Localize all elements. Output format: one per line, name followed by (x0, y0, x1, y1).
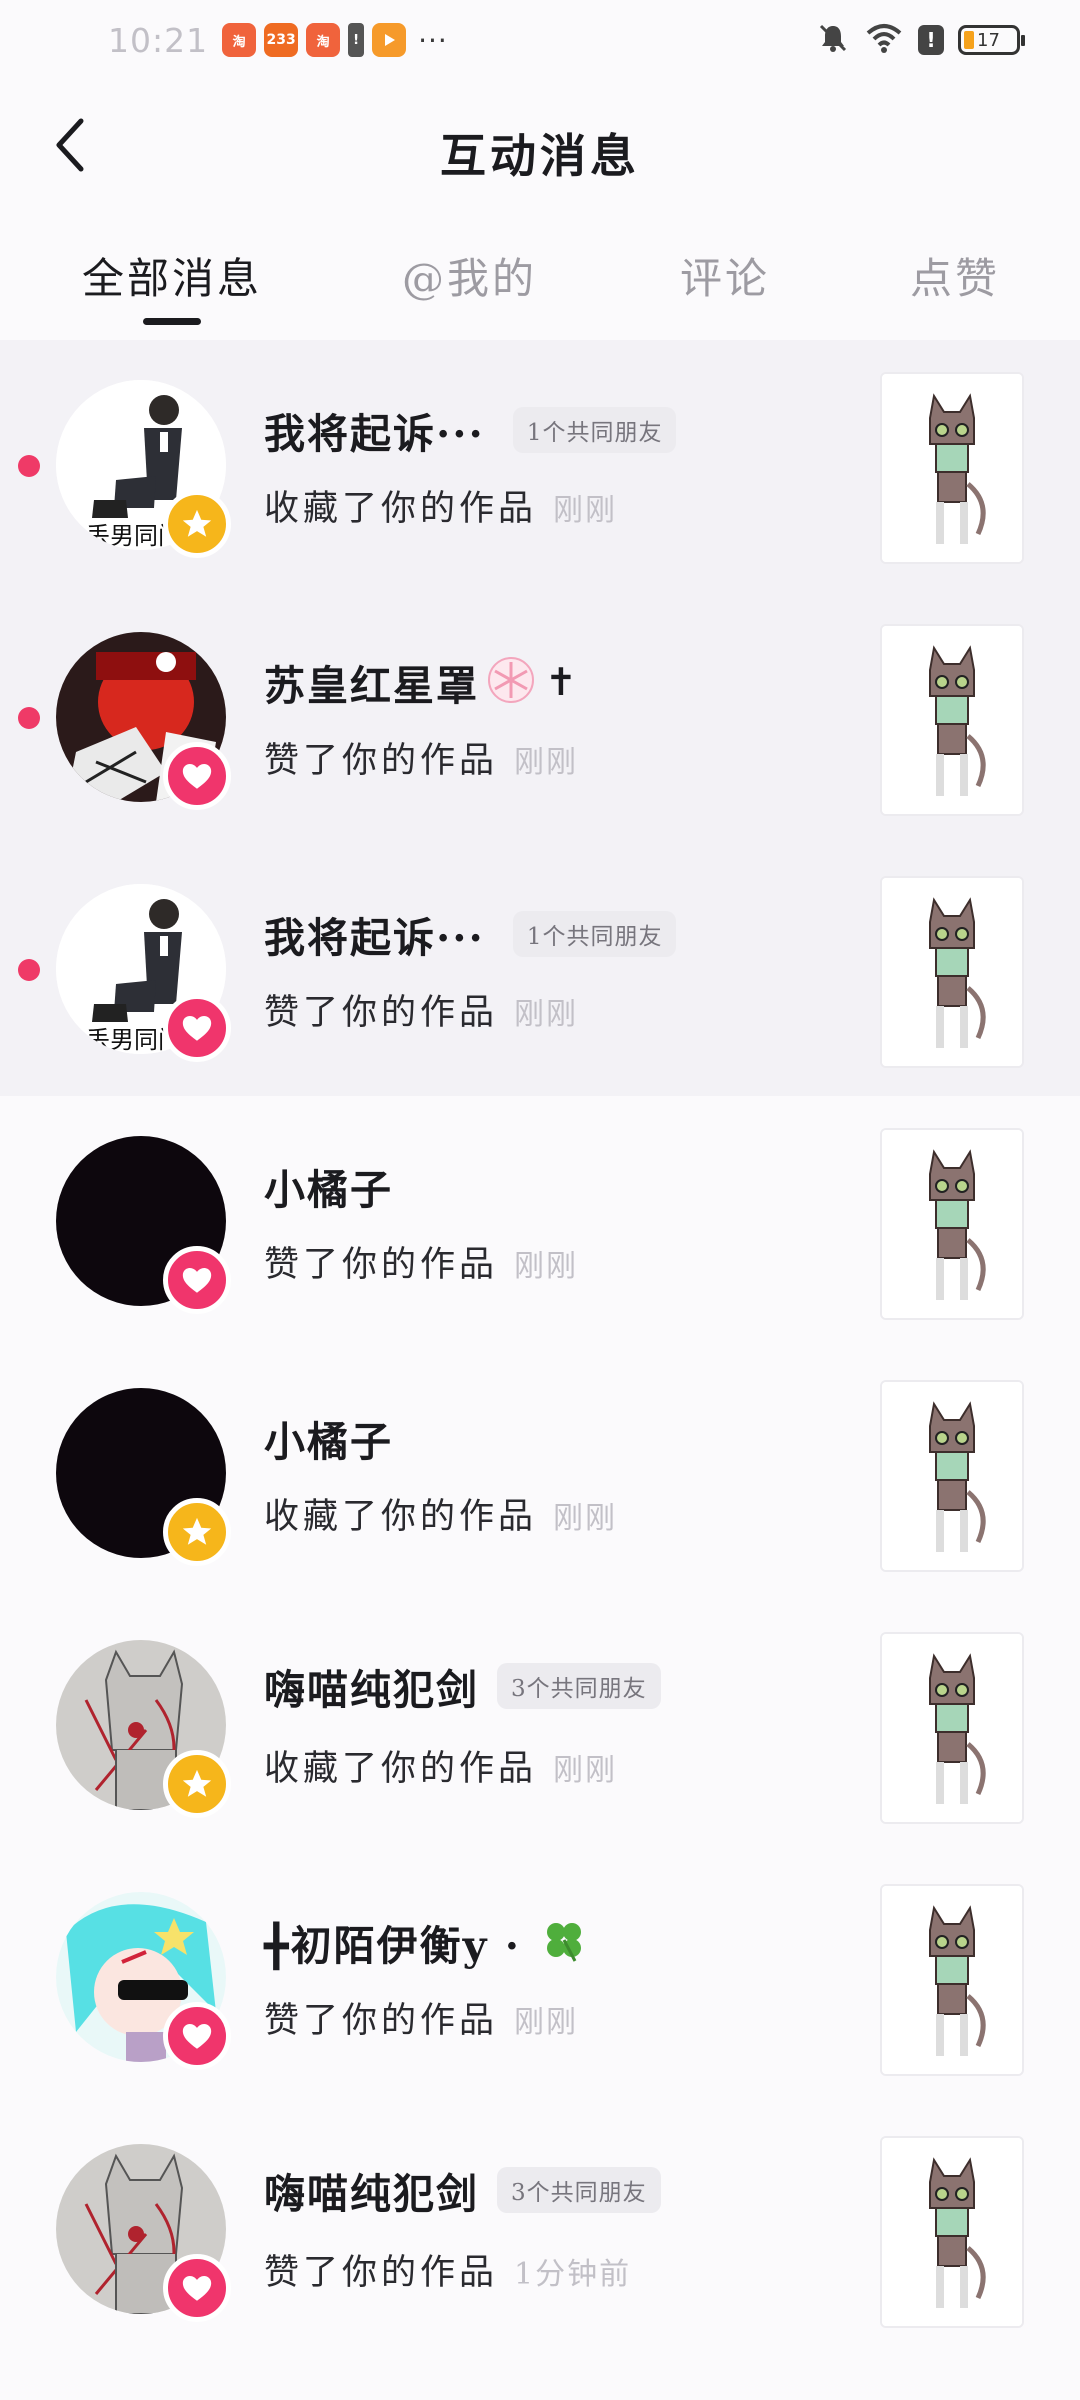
warning-icon: ! (918, 25, 944, 55)
list-item[interactable]: 小橘子 收藏了你的作品 刚刚 (0, 1348, 1080, 1600)
action-text: 收藏了你的作品 (264, 489, 538, 529)
heart-icon (163, 2002, 231, 2070)
tab-comments[interactable]: 评论 (680, 225, 770, 325)
tab-mentions[interactable]: @我的 (402, 225, 537, 325)
artwork-thumbnail[interactable] (880, 876, 1024, 1068)
timestamp: 刚刚 (514, 1249, 579, 1284)
tab-label: 全部消息 (82, 253, 263, 303)
user-name[interactable]: ╋初陌伊衡y · (264, 1912, 521, 1972)
user-name[interactable]: 我将起诉··· (264, 904, 485, 964)
timestamp: 1分钟前 (514, 2257, 632, 2292)
star-icon (163, 1750, 231, 1818)
clover-icon (539, 1915, 589, 1969)
mutual-friends-badge: 1个共同朋友 (512, 911, 677, 957)
user-name[interactable]: 小橘子 (264, 1408, 393, 1468)
heart-icon (163, 2254, 231, 2322)
unread-dot (18, 707, 40, 729)
header: 互动消息 (0, 80, 1080, 210)
timestamp: 刚刚 (553, 1501, 618, 1536)
user-name[interactable]: 苏皇红星罩 (264, 652, 479, 712)
mutual-friends-badge: 1个共同朋友 (512, 407, 677, 453)
list-item[interactable]: ╋初陌伊衡y · 赞了你的作品 刚刚 (0, 1852, 1080, 2104)
action-text: 赞了你的作品 (264, 1245, 499, 1285)
heart-icon (163, 1246, 231, 1314)
tab-bar: 全部消息 @我的 评论 点赞 (0, 225, 1080, 340)
tab-label: 点赞 (910, 253, 1001, 303)
heart-icon (163, 994, 231, 1062)
page-title: 互动消息 (440, 129, 640, 183)
artwork-thumbnail[interactable] (880, 624, 1024, 816)
artwork-thumbnail[interactable] (880, 1380, 1024, 1572)
wifi-icon (864, 21, 904, 59)
timestamp: 刚刚 (514, 745, 579, 780)
artwork-thumbnail[interactable] (880, 1884, 1024, 2076)
unread-dot (18, 959, 40, 981)
mutual-friends-badge: 3个共同朋友 (497, 2167, 661, 2213)
taobao-icon: 淘 (222, 23, 257, 57)
timestamp: 刚刚 (514, 997, 579, 1032)
mute-icon (816, 21, 850, 59)
active-tab-indicator (143, 318, 201, 325)
alert-icon: ! (348, 23, 365, 57)
cross-icon: ✝ (545, 660, 577, 704)
action-text: 收藏了你的作品 (264, 1749, 538, 1789)
snowflake-icon (485, 654, 537, 710)
action-text: 赞了你的作品 (264, 2253, 499, 2293)
action-text: 收藏了你的作品 (264, 1497, 538, 1537)
tab-all-messages[interactable]: 全部消息 (82, 225, 262, 325)
unread-dot (18, 455, 40, 477)
artwork-thumbnail[interactable] (880, 2136, 1024, 2328)
heart-icon (163, 742, 231, 810)
list-item[interactable]: 丢男同门 我将起诉··· 1个共同朋友 赞了你的作品 刚刚 (0, 844, 1080, 1096)
star-icon (163, 490, 231, 558)
list-item[interactable]: 嗨喵纯犯剑 3个共同朋友 收藏了你的作品 刚刚 (0, 1600, 1080, 1852)
action-text: 赞了你的作品 (264, 2001, 499, 2041)
user-name[interactable]: 嗨喵纯犯剑 (264, 2160, 479, 2220)
artwork-thumbnail[interactable] (880, 372, 1024, 564)
timestamp: 刚刚 (553, 493, 618, 528)
action-text: 赞了你的作品 (264, 741, 499, 781)
timestamp: 刚刚 (514, 2005, 579, 2040)
taobao-icon: 淘 (306, 23, 341, 57)
list-item[interactable]: 小橘子 赞了你的作品 刚刚 (0, 1096, 1080, 1348)
star-icon (163, 1498, 231, 1566)
tab-label: @我的 (402, 253, 538, 303)
list-item[interactable]: 丢男同门 我将起诉··· 1个共同朋友 收藏了你的作品 刚刚 (0, 340, 1080, 592)
list-item[interactable]: 嗨喵纯犯剑 3个共同朋友 赞了你的作品 1分钟前 (0, 2104, 1080, 2356)
action-text: 赞了你的作品 (264, 993, 499, 1033)
user-name[interactable]: 我将起诉··· (264, 400, 485, 460)
artwork-thumbnail[interactable] (880, 1632, 1024, 1824)
user-name[interactable]: 小橘子 (264, 1156, 393, 1216)
tab-likes[interactable]: 点赞 (910, 225, 1000, 325)
user-name[interactable]: 嗨喵纯犯剑 (264, 1656, 479, 1716)
message-list: 丢男同门 我将起诉··· 1个共同朋友 收藏了你的作品 刚刚 苏皇红星罩 ✝ 赞… (0, 340, 1080, 2356)
list-item[interactable]: 苏皇红星罩 ✝ 赞了你的作品 刚刚 (0, 592, 1080, 844)
tab-label: 评论 (680, 253, 771, 303)
more-notifications: ··· (418, 23, 448, 57)
video-play-icon (372, 23, 407, 57)
artwork-thumbnail[interactable] (880, 1128, 1024, 1320)
battery-icon: 17 (958, 25, 1025, 55)
mutual-friends-badge: 3个共同朋友 (497, 1663, 661, 1709)
app-233-icon: 233 (264, 23, 299, 57)
status-bar: 10:21 淘 233 淘 ! ··· ! 17 (0, 0, 1080, 80)
timestamp: 刚刚 (553, 1753, 618, 1788)
status-time: 10:21 (108, 20, 209, 60)
